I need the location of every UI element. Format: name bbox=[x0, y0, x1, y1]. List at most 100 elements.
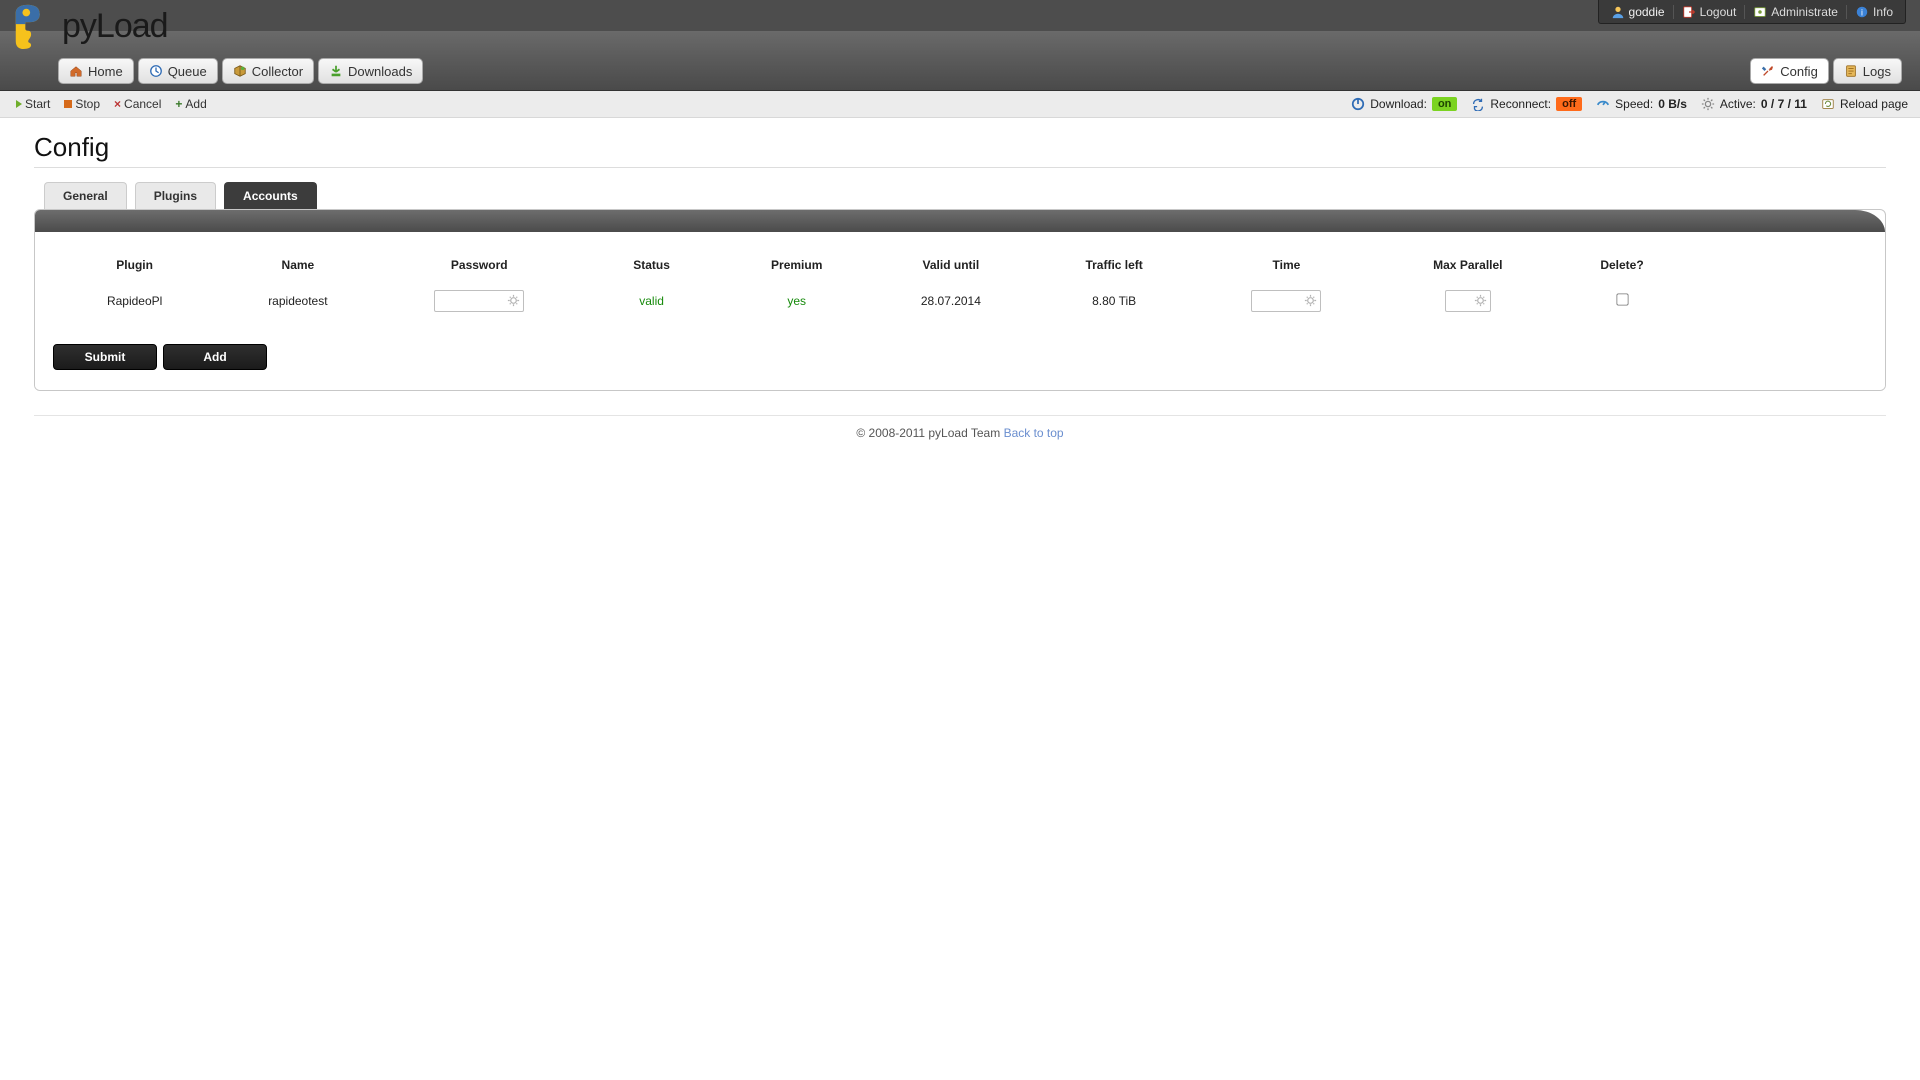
stat-reconnect[interactable]: Reconnect: off bbox=[1471, 97, 1582, 111]
tools-icon bbox=[1761, 64, 1775, 78]
user-icon bbox=[1611, 5, 1625, 19]
table-header-row: Plugin Name Password Status Premium Vali… bbox=[53, 252, 1867, 286]
tab-accounts[interactable]: Accounts bbox=[224, 182, 317, 209]
administrate-link[interactable]: Administrate bbox=[1744, 5, 1846, 19]
cell-password bbox=[380, 286, 580, 316]
clock-icon bbox=[149, 64, 163, 78]
nav-band: pyLoad Home Queue Collector Downloads Co… bbox=[0, 31, 1920, 91]
stat-speed-label: Speed: bbox=[1615, 97, 1653, 111]
th-password: Password bbox=[380, 252, 580, 286]
cell-delete bbox=[1559, 286, 1686, 316]
user-name[interactable]: goddie bbox=[1603, 5, 1673, 19]
info-link[interactable]: i Info bbox=[1846, 5, 1901, 19]
power-icon bbox=[1351, 97, 1365, 111]
stat-reconnect-state: off bbox=[1556, 97, 1582, 111]
cell-status: valid bbox=[579, 286, 724, 316]
box-icon bbox=[233, 64, 247, 78]
user-name-label: goddie bbox=[1629, 5, 1665, 19]
accounts-table: Plugin Name Password Status Premium Vali… bbox=[53, 252, 1867, 316]
nav-downloads-label: Downloads bbox=[348, 64, 412, 79]
stat-reconnect-label: Reconnect: bbox=[1490, 97, 1551, 111]
toolbar-start[interactable]: Start bbox=[16, 97, 50, 111]
th-delete: Delete? bbox=[1559, 252, 1686, 286]
page-title: Config bbox=[34, 132, 1886, 163]
footer-copyright: © 2008-2011 pyLoad Team bbox=[856, 426, 1000, 440]
button-row: Submit Add bbox=[53, 344, 1867, 370]
config-tabs: General Plugins Accounts bbox=[44, 182, 1886, 209]
nav-home[interactable]: Home bbox=[58, 58, 134, 84]
nav-logs-label: Logs bbox=[1863, 64, 1891, 79]
th-validuntil: Valid until bbox=[869, 252, 1032, 286]
cell-traffic: 8.80 TiB bbox=[1033, 286, 1196, 316]
gear-icon bbox=[1701, 97, 1715, 111]
nav-config[interactable]: Config bbox=[1750, 58, 1829, 84]
th-maxparallel: Max Parallel bbox=[1377, 252, 1558, 286]
th-plugin: Plugin bbox=[53, 252, 216, 286]
stat-active-value: 0 / 7 / 11 bbox=[1761, 97, 1807, 111]
download-icon bbox=[329, 64, 343, 78]
brand-logo[interactable]: pyLoad bbox=[10, 3, 168, 49]
stat-speed-value: 0 B/s bbox=[1658, 97, 1687, 111]
tab-plugins[interactable]: Plugins bbox=[135, 182, 216, 209]
admin-icon bbox=[1753, 5, 1767, 19]
home-icon bbox=[69, 64, 83, 78]
field-gear-icon[interactable] bbox=[506, 293, 521, 308]
th-premium: Premium bbox=[724, 252, 869, 286]
logout-label: Logout bbox=[1700, 5, 1737, 19]
toolbar-start-label: Start bbox=[25, 97, 50, 111]
brand-text: pyLoad bbox=[62, 7, 168, 46]
user-bar: goddie Logout Administrate i Info bbox=[0, 0, 1920, 31]
brand-icon bbox=[10, 3, 56, 49]
info-icon: i bbox=[1855, 5, 1869, 19]
svg-text:i: i bbox=[1861, 7, 1863, 17]
nav-left: Home Queue Collector Downloads bbox=[58, 58, 427, 84]
accounts-panel: Plugin Name Password Status Premium Vali… bbox=[34, 209, 1886, 391]
stat-active: Active: 0 / 7 / 11 bbox=[1701, 97, 1807, 111]
delete-checkbox[interactable] bbox=[1616, 293, 1628, 305]
submit-button[interactable]: Submit bbox=[53, 344, 157, 370]
toolbar-cancel[interactable]: ×Cancel bbox=[114, 97, 161, 111]
nav-right: Config Logs bbox=[1750, 58, 1906, 84]
cell-premium: yes bbox=[724, 286, 869, 316]
stat-download-label: Download: bbox=[1370, 97, 1427, 111]
panel-body: Plugin Name Password Status Premium Vali… bbox=[35, 232, 1885, 390]
info-label: Info bbox=[1873, 5, 1893, 19]
logout-link[interactable]: Logout bbox=[1673, 5, 1745, 19]
page: Config General Plugins Accounts Plugin N… bbox=[0, 118, 1920, 411]
nav-logs[interactable]: Logs bbox=[1833, 58, 1902, 84]
reconnect-icon bbox=[1471, 97, 1485, 111]
panel-header-bar bbox=[35, 210, 1885, 232]
back-to-top-link[interactable]: Back to top bbox=[1004, 426, 1064, 440]
stat-download[interactable]: Download: on bbox=[1351, 97, 1457, 111]
field-gear-icon[interactable] bbox=[1473, 293, 1488, 308]
administrate-label: Administrate bbox=[1771, 5, 1838, 19]
toolbar-cancel-label: Cancel bbox=[124, 97, 161, 111]
toolbar-stop[interactable]: Stop bbox=[64, 97, 100, 111]
nav-queue[interactable]: Queue bbox=[138, 58, 218, 84]
reload-page[interactable]: Reload page bbox=[1821, 97, 1908, 111]
toolbar-add[interactable]: +Add bbox=[175, 97, 206, 111]
cell-maxparallel bbox=[1377, 286, 1558, 316]
nav-collector[interactable]: Collector bbox=[222, 58, 314, 84]
stat-speed: Speed: 0 B/s bbox=[1596, 97, 1687, 111]
play-icon bbox=[16, 100, 22, 108]
th-status: Status bbox=[579, 252, 724, 286]
logs-icon bbox=[1844, 64, 1858, 78]
nav-collector-label: Collector bbox=[252, 64, 303, 79]
toolbar-right: Download: on Reconnect: off Speed: 0 B/s… bbox=[1351, 97, 1908, 111]
cell-plugin: RapideoPl bbox=[53, 286, 216, 316]
reload-icon bbox=[1821, 97, 1835, 111]
nav-downloads[interactable]: Downloads bbox=[318, 58, 423, 84]
add-button[interactable]: Add bbox=[163, 344, 267, 370]
speed-icon bbox=[1596, 97, 1610, 111]
field-gear-icon[interactable] bbox=[1303, 293, 1318, 308]
footer: © 2008-2011 pyLoad Team Back to top bbox=[34, 415, 1886, 470]
nav-config-label: Config bbox=[1780, 64, 1818, 79]
user-box: goddie Logout Administrate i Info bbox=[1598, 0, 1906, 24]
title-divider bbox=[34, 167, 1886, 168]
stat-active-label: Active: bbox=[1720, 97, 1756, 111]
logout-icon bbox=[1682, 5, 1696, 19]
th-traffic: Traffic left bbox=[1033, 252, 1196, 286]
tab-general[interactable]: General bbox=[44, 182, 127, 209]
reload-label: Reload page bbox=[1840, 97, 1908, 111]
